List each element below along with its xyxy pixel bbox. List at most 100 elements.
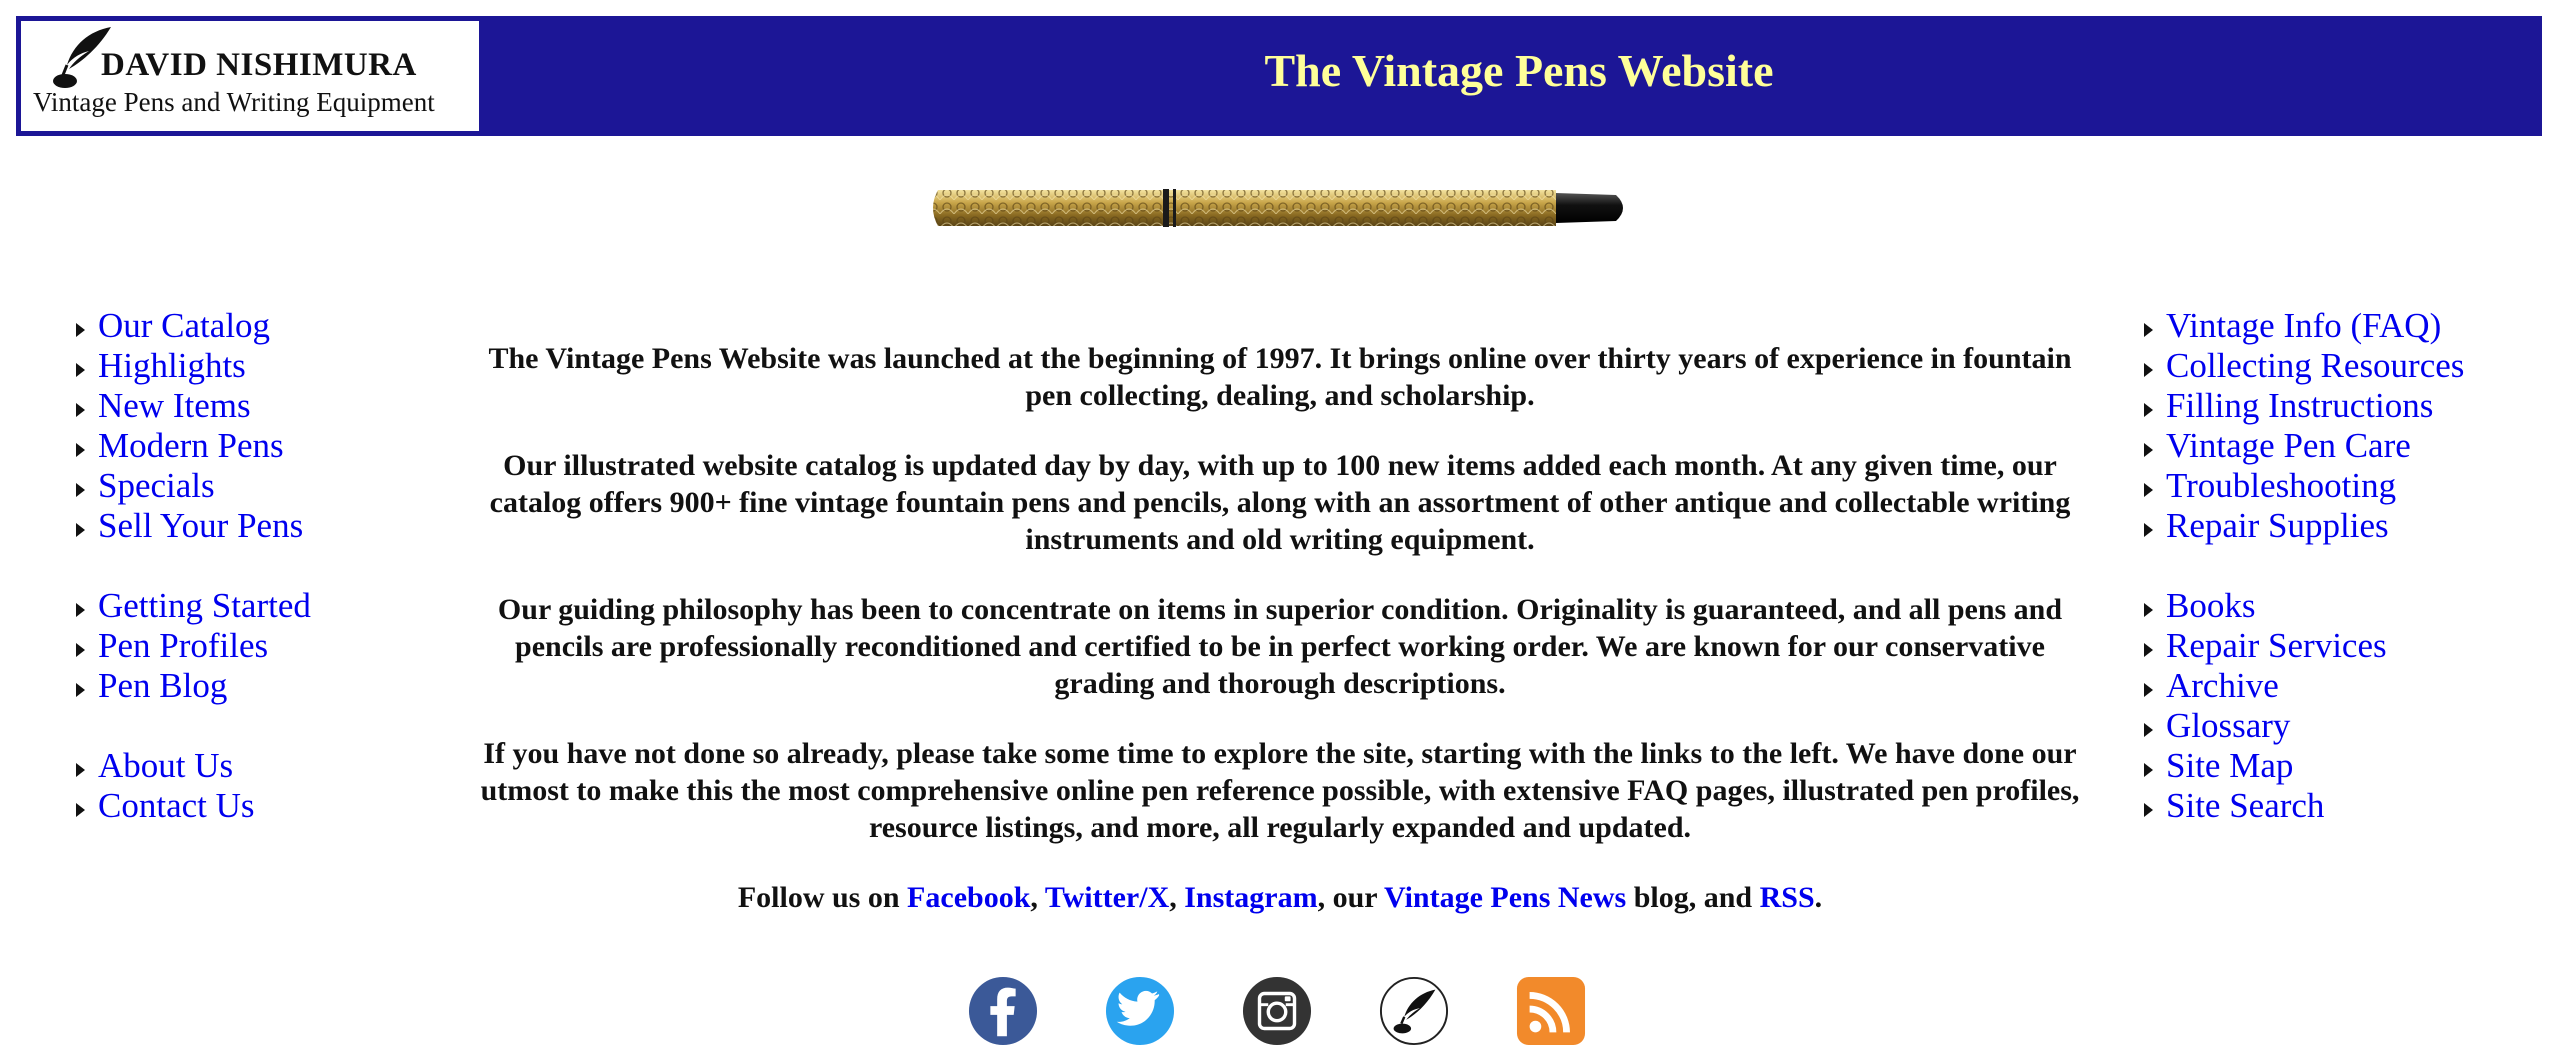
follow-prefix: Follow us on <box>737 881 908 914</box>
nav-item-new-items[interactable]: New Items <box>76 386 311 426</box>
nav-item-about-us[interactable]: About Us <box>76 746 311 786</box>
nav-link[interactable]: Troubleshooting <box>2166 466 2396 506</box>
nav-link[interactable]: About Us <box>98 746 233 786</box>
twitter-icon[interactable] <box>1105 975 1175 1047</box>
nav-link[interactable]: Getting Started <box>98 586 311 626</box>
follow-separator: blog, and <box>1626 881 1760 914</box>
arrow-icon <box>76 403 85 417</box>
nav-item-contact-us[interactable]: Contact Us <box>76 786 311 826</box>
nav-link[interactable]: Archive <box>2166 666 2279 706</box>
nav-link[interactable]: Repair Supplies <box>2166 506 2389 546</box>
arrow-icon <box>76 603 85 617</box>
site-logo[interactable]: DAVID NISHIMURA Vintage Pens and Writing… <box>19 19 481 133</box>
nav-item-collecting-resources[interactable]: Collecting Resources <box>2144 346 2464 386</box>
arrow-icon <box>2144 403 2153 417</box>
nav-item-repair-services[interactable]: Repair Services <box>2144 626 2464 666</box>
arrow-icon <box>76 323 85 337</box>
nav-link[interactable]: Site Map <box>2166 746 2293 786</box>
arrow-icon <box>2144 803 2153 817</box>
blog-quill-icon[interactable] <box>1379 975 1449 1047</box>
arrow-icon <box>2144 763 2153 777</box>
rss-icon[interactable] <box>1516 975 1586 1047</box>
instagram-link[interactable]: Instagram <box>1184 881 1317 914</box>
nav-item-archive[interactable]: Archive <box>2144 666 2464 706</box>
logo-name: DAVID NISHIMURA <box>101 47 417 83</box>
follow-separator: , <box>1030 881 1045 914</box>
catalog-paragraph: Our illustrated website catalog is updat… <box>489 449 2071 556</box>
explore-paragraph: If you have not done so already, please … <box>480 737 2080 844</box>
nav-link[interactable]: Filling Instructions <box>2166 386 2433 426</box>
nav-item-pen-blog[interactable]: Pen Blog <box>76 666 311 706</box>
nav-link[interactable]: Specials <box>98 466 215 506</box>
twitter-link[interactable]: Twitter/X <box>1045 881 1169 914</box>
arrow-icon <box>2144 483 2153 497</box>
nav-item-pen-profiles[interactable]: Pen Profiles <box>76 626 311 666</box>
site-header: DAVID NISHIMURA Vintage Pens and Writing… <box>16 16 2542 136</box>
instagram-icon[interactable] <box>1242 975 1312 1047</box>
nav-item-site-map[interactable]: Site Map <box>2144 746 2464 786</box>
arrow-icon <box>2144 723 2153 737</box>
rss-link[interactable]: RSS <box>1760 881 1815 914</box>
nav-link[interactable]: Our Catalog <box>98 306 270 346</box>
arrow-icon <box>76 803 85 817</box>
vintage-pens-news-link[interactable]: Vintage Pens News <box>1384 881 1626 914</box>
nav-link[interactable]: Vintage Info (FAQ) <box>2166 306 2441 346</box>
arrow-icon <box>2144 443 2153 457</box>
arrow-icon <box>2144 363 2153 377</box>
follow-suffix: . <box>1814 881 1823 914</box>
arrow-icon <box>2144 523 2153 537</box>
nav-item-our-catalog[interactable]: Our Catalog <box>76 306 311 346</box>
arrow-icon <box>76 643 85 657</box>
nav-item-specials[interactable]: Specials <box>76 466 311 506</box>
right-navigation: Vintage Info (FAQ) Collecting Resources … <box>2144 306 2464 826</box>
site-title: The Vintage Pens Website <box>1264 45 1774 96</box>
nav-link[interactable]: Pen Profiles <box>98 626 268 666</box>
facebook-link[interactable]: Facebook <box>907 881 1030 914</box>
follow-separator: , <box>1169 881 1185 914</box>
nav-item-glossary[interactable]: Glossary <box>2144 706 2464 746</box>
intro-paragraph: The Vintage Pens Website was launched at… <box>488 342 2072 412</box>
arrow-icon <box>2144 603 2153 617</box>
main-content: The Vintage Pens Website was launched at… <box>480 340 2080 949</box>
nav-item-site-search[interactable]: Site Search <box>2144 786 2464 826</box>
arrow-icon <box>76 763 85 777</box>
nav-link[interactable]: Books <box>2166 586 2255 626</box>
nav-item-highlights[interactable]: Highlights <box>76 346 311 386</box>
arrow-icon <box>76 363 85 377</box>
nav-item-modern-pens[interactable]: Modern Pens <box>76 426 311 466</box>
arrow-icon <box>2144 323 2153 337</box>
arrow-icon <box>76 483 85 497</box>
nav-item-repair-supplies[interactable]: Repair Supplies <box>2144 506 2464 546</box>
nav-link[interactable]: Repair Services <box>2166 626 2387 666</box>
nav-item-books[interactable]: Books <box>2144 586 2464 626</box>
arrow-icon <box>76 523 85 537</box>
nav-item-vintage-pen-care[interactable]: Vintage Pen Care <box>2144 426 2464 466</box>
facebook-icon[interactable] <box>968 975 1038 1047</box>
logo-tagline: Vintage Pens and Writing Equipment <box>33 87 435 117</box>
nav-item-getting-started[interactable]: Getting Started <box>76 586 311 626</box>
fountain-pen-image <box>933 189 1623 227</box>
arrow-icon <box>2144 643 2153 657</box>
nav-link[interactable]: Modern Pens <box>98 426 284 466</box>
nav-link[interactable]: Site Search <box>2166 786 2324 826</box>
nav-item-filling-instructions[interactable]: Filling Instructions <box>2144 386 2464 426</box>
nav-link[interactable]: Vintage Pen Care <box>2166 426 2411 466</box>
left-navigation: Our Catalog Highlights New Items Modern … <box>76 306 311 826</box>
philosophy-paragraph: Our guiding philosophy has been to conce… <box>497 593 2063 700</box>
arrow-icon <box>2144 683 2153 697</box>
nav-item-troubleshooting[interactable]: Troubleshooting <box>2144 466 2464 506</box>
follow-separator: , our <box>1317 881 1385 914</box>
nav-link[interactable]: Sell Your Pens <box>98 506 303 546</box>
nav-link[interactable]: Contact Us <box>98 786 255 826</box>
nav-link[interactable]: Collecting Resources <box>2166 346 2464 386</box>
arrow-icon <box>76 683 85 697</box>
nav-link[interactable]: Highlights <box>98 346 246 386</box>
nav-link[interactable]: Pen Blog <box>98 666 227 706</box>
nav-link[interactable]: Glossary <box>2166 706 2290 746</box>
nav-item-sell-your-pens[interactable]: Sell Your Pens <box>76 506 311 546</box>
nav-item-vintage-info-faq[interactable]: Vintage Info (FAQ) <box>2144 306 2464 346</box>
arrow-icon <box>76 443 85 457</box>
nav-spacer <box>76 546 311 586</box>
nav-spacer <box>76 706 311 746</box>
nav-link[interactable]: New Items <box>98 386 251 426</box>
